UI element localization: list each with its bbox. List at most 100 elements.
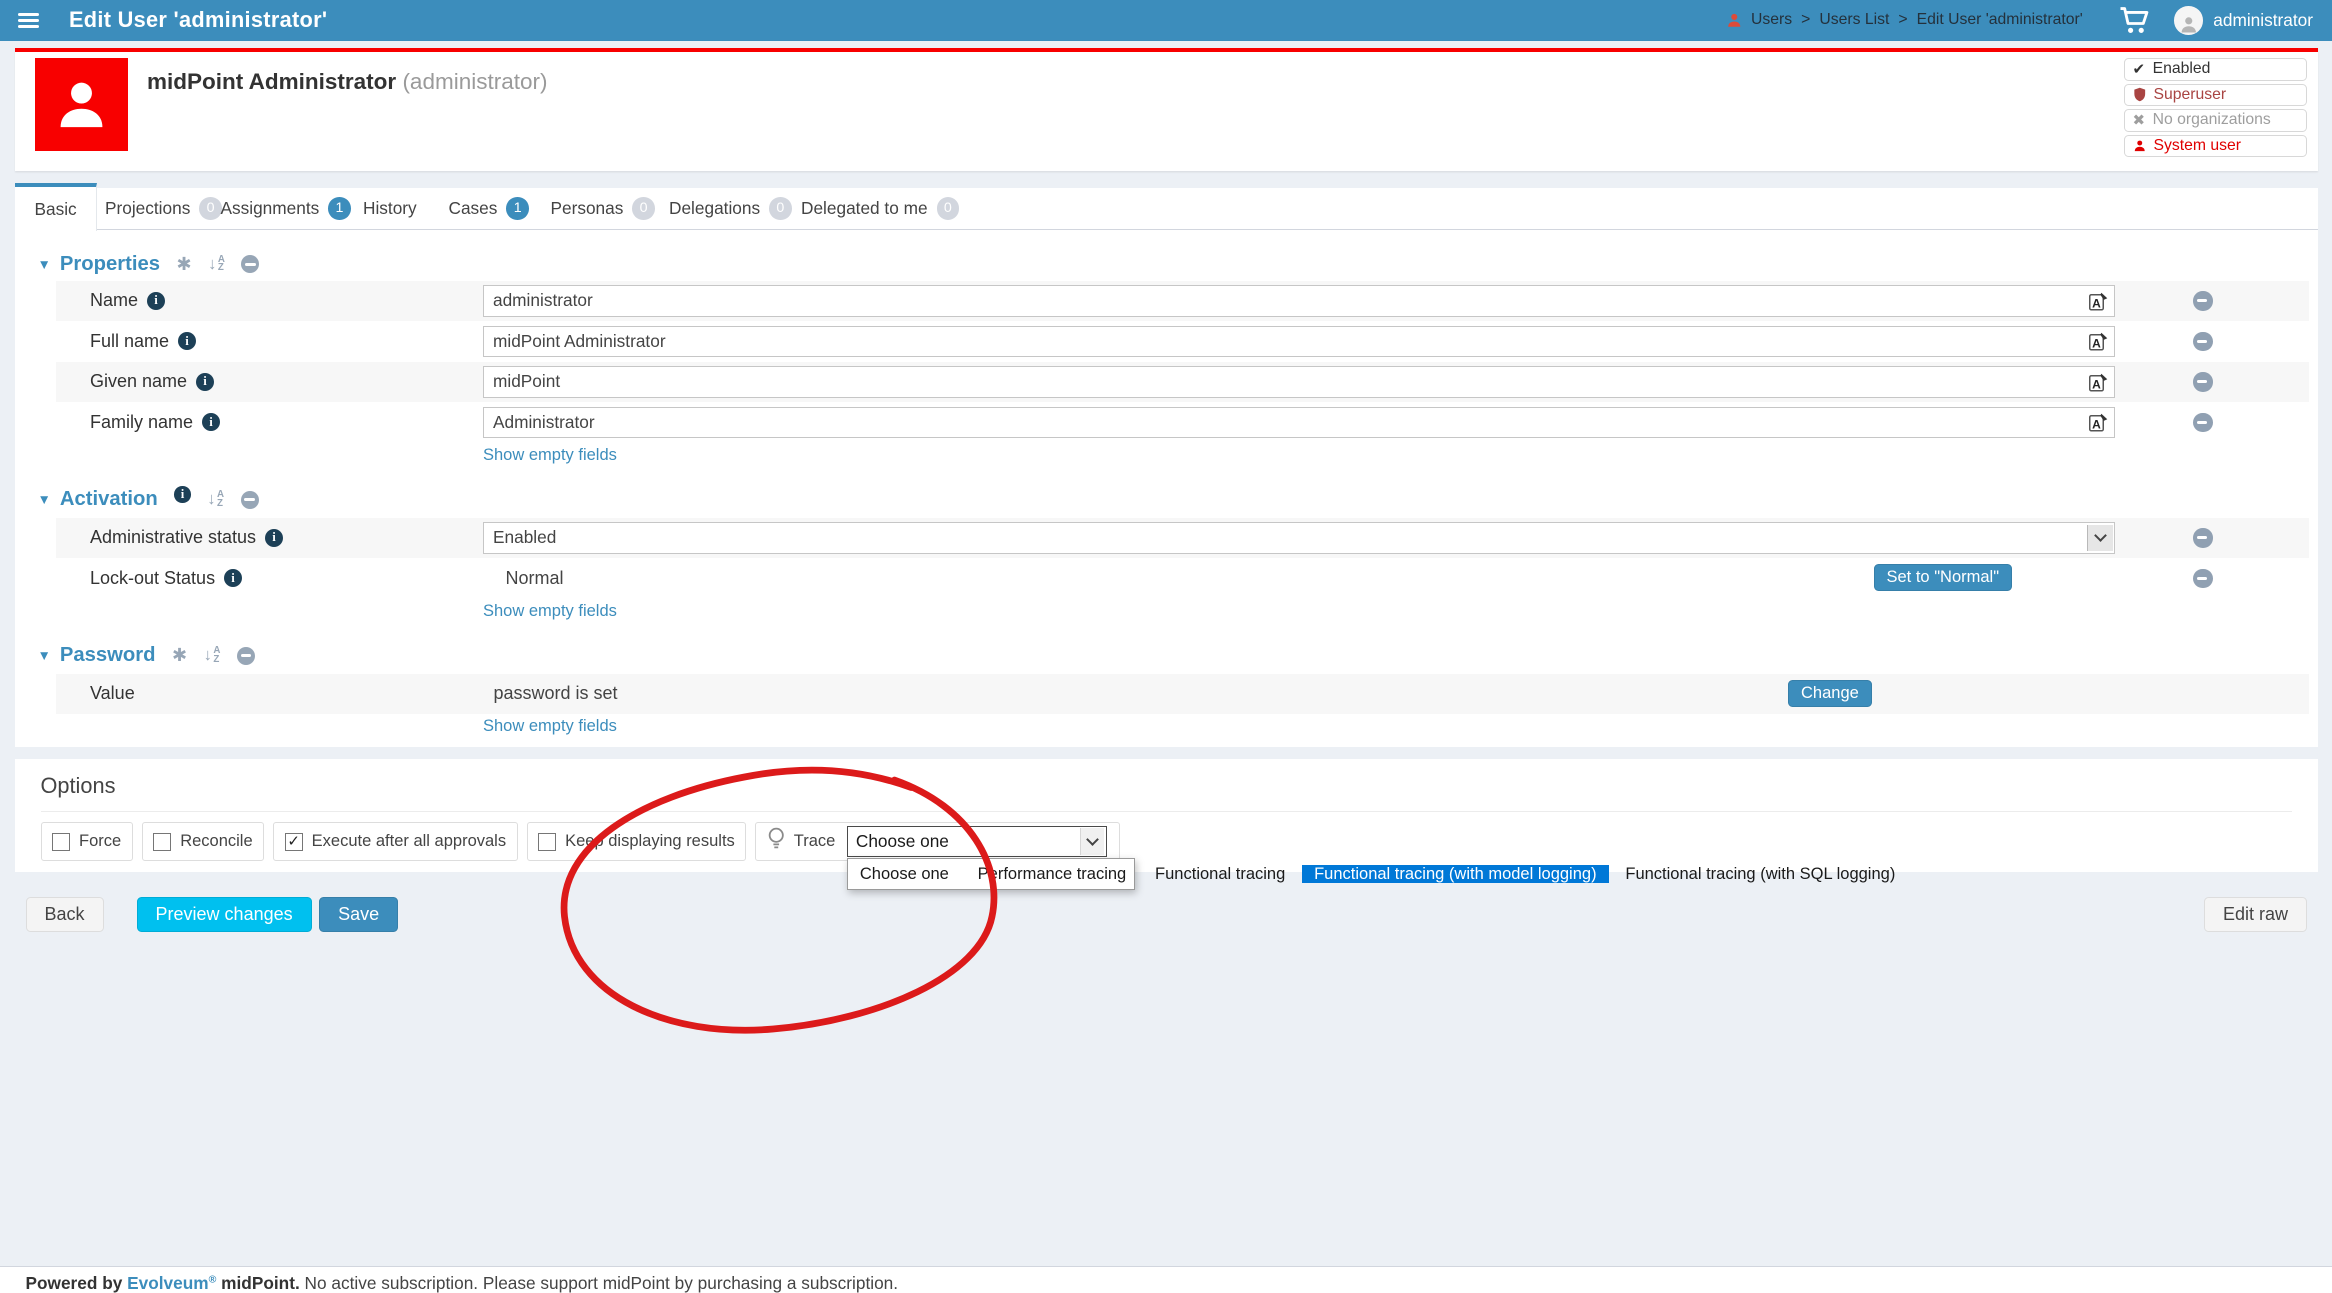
tab-count-badge: 0 [769,197,792,220]
activation-section-header: ▼Activation i ↓AZ [15,467,2318,518]
remove-icon[interactable] [241,491,259,509]
options-title: Options [41,759,2293,812]
remove-icon[interactable] [241,255,259,273]
cart-icon[interactable] [2119,6,2151,35]
hamburger-menu-icon[interactable] [18,13,39,28]
info-icon[interactable]: i [147,292,165,310]
option-checkbox-1[interactable]: Reconcile [142,822,264,861]
checkbox-icon[interactable] [538,833,556,851]
dropdown-option-0[interactable]: Choose one [848,865,961,883]
tab-cases[interactable]: Cases1 [449,188,529,230]
remove-value-icon[interactable] [2193,413,2213,433]
tab-bar: Basic Projections0 Assignments1 History … [15,188,2318,230]
breadcrumb-users-list[interactable]: Users List [1819,11,1889,29]
dropdown-option-3[interactable]: Functional tracing (with model logging) [1302,865,1608,883]
back-button[interactable]: Back [26,897,104,932]
save-button[interactable]: Save [319,897,398,932]
user-icon [1726,12,1743,29]
summary-badge-2: ✖No organizations [2124,109,2307,132]
page-title: Edit User 'administrator' [69,7,327,33]
given-name-input[interactable]: midPoint A [483,366,2115,398]
info-icon[interactable]: i [202,413,220,431]
polystring-icon[interactable]: A [2089,372,2109,398]
field-row-administrative-status: Administrative statusi Enabled [56,518,2309,559]
breadcrumb-users[interactable]: Users [1751,11,1792,29]
user-identifier: (administrator) [402,69,547,94]
option-checkbox-0[interactable]: Force [41,822,133,861]
summary-badge-1: Superuser [2124,84,2307,107]
remove-icon[interactable] [237,647,255,665]
properties-rows: Namei administrator A Full namei midPoin… [56,281,2309,467]
info-icon[interactable]: i [196,373,214,391]
x-icon: ✖ [2133,113,2146,128]
preview-changes-button[interactable]: Preview changes [137,897,312,932]
sort-icon[interactable]: ↓AZ [208,256,225,273]
tab-personas[interactable]: Personas0 [551,188,655,230]
checkbox-icon[interactable] [285,833,303,851]
dropdown-option-4[interactable]: Functional tracing (with SQL logging) [1613,865,1907,883]
field-row-password-value: Value password is set Change [56,674,2309,715]
show-empty-fields-link[interactable]: Show empty fields [483,446,617,467]
remove-value-icon[interactable] [2193,528,2213,548]
dropdown-option-2[interactable]: Functional tracing [1143,865,1297,883]
activation-section-toggle[interactable]: ▼Activation [38,488,158,511]
info-icon[interactable]: i [265,529,283,547]
asterisk-icon[interactable]: ✱ [177,254,192,275]
shield-icon [2133,87,2147,102]
trace-select-value: Choose one [856,831,949,852]
svg-text:A: A [2092,337,2101,351]
trace-select[interactable]: Choose one Choose one Performance tracin… [847,826,1107,858]
sort-icon[interactable]: ↓AZ [207,491,224,508]
field-label: Name [90,290,138,311]
dropdown-option-1[interactable]: Performance tracing [966,865,1139,883]
asterisk-icon[interactable]: ✱ [172,645,187,666]
set-to-normal-button[interactable]: Set to "Normal" [1874,564,2013,591]
chevron-down-icon: ▼ [38,257,51,272]
tab-assignments[interactable]: Assignments1 [221,188,351,230]
tab-delegations[interactable]: Delegations0 [669,188,792,230]
navbar-right: Users > Users List > Edit User 'administ… [1726,6,2319,35]
remove-value-icon[interactable] [2193,372,2213,392]
info-icon[interactable]: i [178,332,196,350]
change-password-button[interactable]: Change [1788,680,1872,707]
polystring-icon[interactable]: A [2089,412,2109,438]
password-section-toggle[interactable]: ▼Password [38,644,156,667]
breadcrumb-current: Edit User 'administrator' [1917,11,2083,29]
polystring-icon[interactable]: A [2089,291,2109,317]
family-name-input[interactable]: Administrator A [483,407,2115,439]
svg-text:A: A [2092,296,2101,310]
checkbox-icon[interactable] [52,833,70,851]
field-label: Given name [90,371,187,392]
checkbox-icon[interactable] [153,833,171,851]
option-checkbox-3[interactable]: Keep displaying results [527,822,747,861]
chevron-down-icon[interactable] [2087,525,2113,552]
sort-icon[interactable]: ↓AZ [204,647,221,664]
user-avatar[interactable] [2174,6,2203,35]
remove-value-icon[interactable] [2193,291,2213,311]
tab-count-badge: 0 [199,197,222,220]
remove-value-icon[interactable] [2193,569,2213,589]
remove-value-icon[interactable] [2193,332,2213,352]
polystring-icon[interactable]: A [2089,331,2109,357]
evolveum-link[interactable]: Evolveum® [127,1273,216,1293]
full-name-input[interactable]: midPoint Administrator A [483,326,2115,358]
chevron-down-icon: ▼ [38,492,51,507]
info-icon[interactable]: i [224,569,242,587]
action-buttons-row: Back Preview changes Save Edit raw [26,897,2308,932]
logged-in-username[interactable]: administrator [2213,10,2313,31]
administrative-status-select[interactable]: Enabled [483,522,2115,554]
breadcrumb: Users > Users List > Edit User 'administ… [1726,11,2083,29]
tab-delegated-to-me[interactable]: Delegated to me0 [801,188,959,230]
chevron-down-icon[interactable] [1080,828,1104,855]
tab-history[interactable]: History [363,188,417,230]
edit-raw-button[interactable]: Edit raw [2204,897,2307,932]
tab-projections[interactable]: Projections0 [105,188,222,230]
name-input[interactable]: administrator A [483,285,2115,317]
footer: Powered by Evolveum® midPoint. No active… [0,1266,2332,1293]
show-empty-fields-link[interactable]: Show empty fields [483,717,617,738]
tab-basic[interactable]: Basic [15,183,97,231]
show-empty-fields-link[interactable]: Show empty fields [483,602,617,623]
properties-section-toggle[interactable]: ▼Properties [38,253,161,276]
option-checkbox-2[interactable]: Execute after all approvals [273,822,517,861]
info-icon[interactable]: i [174,486,191,503]
